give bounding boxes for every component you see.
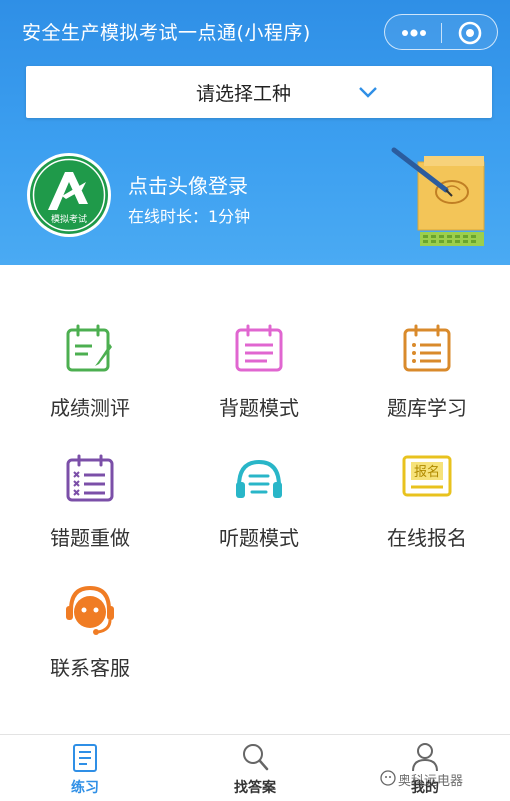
tab-practice[interactable]: 练习 — [0, 735, 170, 801]
headphones-icon — [236, 459, 282, 498]
question-bank-icon — [403, 324, 451, 372]
more-icon[interactable] — [385, 15, 441, 51]
menu-label: 听题模式 — [219, 526, 299, 550]
search-icon — [243, 744, 269, 771]
menu-label: 错题重做 — [50, 526, 130, 550]
profile-icon — [412, 743, 438, 772]
online-time: 在线时长：1分钟 — [128, 207, 251, 226]
menu-customer-service[interactable]: 联系客服 — [15, 582, 165, 692]
memorize-mode-icon — [235, 324, 283, 372]
tab-profile[interactable]: 我的 — [340, 735, 510, 801]
signup-icon-text: 报名 — [414, 464, 440, 480]
score-evaluation-icon — [66, 324, 112, 372]
menu-listen-mode[interactable]: 听题模式 — [184, 452, 334, 562]
miniprogram-capsule — [384, 14, 498, 50]
bottom-tab-bar: 练习 找答案 我的 — [0, 734, 510, 801]
menu-label: 联系客服 — [50, 656, 130, 680]
app-header: 安全生产模拟考试一点通(小程序) 请选择工种 模拟考试 点击头像登录 在线时长：… — [0, 0, 510, 265]
menu-memorize-mode[interactable]: 背题模式 — [184, 322, 334, 432]
chevron-down-icon — [359, 87, 377, 98]
menu-label: 在线报名 — [387, 526, 467, 550]
practice-icon — [73, 744, 97, 772]
close-target-icon[interactable] — [442, 15, 498, 51]
tab-label: 练习 — [71, 780, 99, 796]
wechat-watermark-icon — [380, 770, 396, 786]
study-illustration — [391, 147, 485, 246]
wrong-redo-icon — [66, 454, 114, 502]
menu-label: 背题模式 — [219, 396, 299, 420]
job-type-select-label: 请选择工种 — [196, 83, 292, 105]
login-prompt[interactable]: 点击头像登录 — [128, 170, 248, 199]
tab-label: 找答案 — [234, 780, 276, 796]
avatar-text: 模拟考试 — [51, 213, 87, 225]
menu-label: 题库学习 — [387, 396, 467, 420]
tab-find-answer[interactable]: 找答案 — [170, 735, 340, 801]
menu-score-evaluation[interactable]: 成绩测评 — [15, 322, 165, 432]
job-type-select[interactable]: 请选择工种 — [26, 66, 492, 118]
menu-wrong-redo[interactable]: 错题重做 — [15, 452, 165, 562]
menu-online-signup[interactable]: 报名 在线报名 — [352, 452, 502, 562]
watermark-text: 奥科远电器 — [398, 774, 464, 789]
customer-service-icon — [66, 585, 114, 635]
menu-label: 成绩测评 — [50, 396, 130, 420]
avatar[interactable]: 模拟考试 — [26, 152, 112, 238]
online-signup-icon: 报名 — [402, 455, 452, 497]
page-title: 安全生产模拟考试一点通(小程序) — [22, 22, 311, 44]
menu-question-bank[interactable]: 题库学习 — [352, 322, 502, 432]
